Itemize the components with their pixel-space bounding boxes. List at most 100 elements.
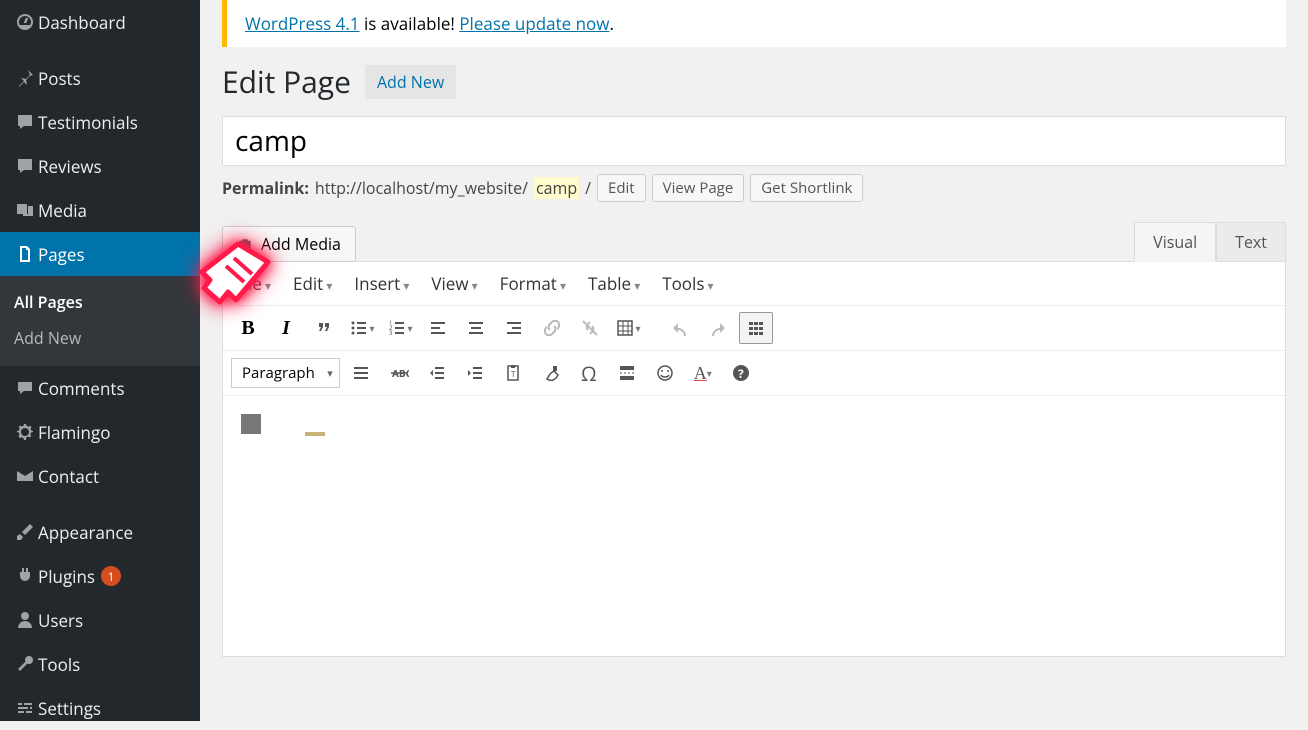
sidebar-item-plugins[interactable]: Plugins 1 [0,554,200,598]
admin-sidebar: Dashboard Posts Testimonials Reviews Med… [0,0,200,721]
outdent-button[interactable] [420,357,454,389]
align-center-button[interactable] [459,312,493,344]
menu-table[interactable]: Table [588,272,640,295]
wrench-icon [12,654,38,674]
sidebar-item-posts[interactable]: Posts [0,56,200,100]
submenu-all-pages[interactable]: All Pages [0,284,200,320]
sidebar-label: Plugins [38,565,95,588]
update-notice: WordPress 4.1 is available! Please updat… [222,0,1286,47]
post-title-input[interactable] [222,116,1286,166]
sidebar-label: Settings [38,697,101,720]
reviews-icon [12,156,38,176]
pages-icon [12,244,38,264]
dashboard-icon [12,12,38,32]
page-title: Edit Page [222,61,351,102]
editor: File Edit Insert View Format Table Tools… [222,261,1286,657]
sidebar-label: Flamingo [38,421,110,444]
sidebar-item-testimonials[interactable]: Testimonials [0,100,200,144]
notice-text: is available! [360,12,460,35]
sidebar-item-users[interactable]: Users [0,598,200,642]
redo-button[interactable] [701,312,735,344]
sidebar-item-media[interactable]: Media [0,188,200,232]
add-new-button[interactable]: Add New [365,65,456,99]
get-shortlink-button[interactable]: Get Shortlink [750,174,863,202]
toolbar-row-2: Paragraph ABC T Ω A▾ ? [223,351,1285,396]
align-right-button[interactable] [497,312,531,344]
table-button[interactable]: ▾ [611,312,645,344]
paste-text-button[interactable]: T [496,357,530,389]
special-char-button[interactable]: Ω [572,357,606,389]
undo-button[interactable] [663,312,697,344]
sidebar-item-dashboard[interactable]: Dashboard [0,0,200,44]
pin-icon [12,68,38,88]
sidebar-label: Tools [38,653,80,676]
view-page-button[interactable]: View Page [652,174,745,202]
sidebar-item-reviews[interactable]: Reviews [0,144,200,188]
sidebar-label: Pages [38,243,85,266]
sidebar-item-comments[interactable]: Comments [0,366,200,410]
block-format-select[interactable]: Paragraph [231,358,340,388]
notice-end: . [609,12,613,35]
editor-content[interactable] [223,396,1285,656]
emoji-button[interactable] [648,357,682,389]
add-media-button[interactable]: Add Media [222,226,356,262]
permalink-edit-button[interactable]: Edit [597,174,646,202]
sidebar-label: Comments [38,377,125,400]
menu-tools[interactable]: Tools [662,272,713,295]
notice-version-link[interactable]: WordPress 4.1 [245,12,360,35]
align-justify-button[interactable] [344,357,378,389]
sidebar-label: Testimonials [38,111,138,134]
strikethrough-button[interactable]: ABC [382,357,416,389]
bold-button[interactable]: B [231,312,265,344]
comments-icon [12,378,38,398]
menu-edit[interactable]: Edit [293,272,332,295]
menu-format[interactable]: Format [500,272,566,295]
permalink-trail: / [585,177,591,199]
sidebar-item-tools[interactable]: Tools [0,642,200,686]
sidebar-item-contact[interactable]: Contact [0,454,200,498]
sidebar-label: Dashboard [38,11,126,34]
envelope-icon [12,466,38,486]
sidebar-submenu-pages: All Pages Add New [0,276,200,366]
add-media-label: Add Media [261,233,341,255]
sidebar-item-pages[interactable]: Pages [0,232,200,276]
link-button[interactable] [535,312,569,344]
text-color-button[interactable]: A▾ [686,357,720,389]
sidebar-label: Appearance [38,521,133,544]
unlink-button[interactable] [573,312,607,344]
help-button[interactable]: ? [724,357,758,389]
bullet-list-button[interactable]: ▾ [345,312,379,344]
tab-text[interactable]: Text [1216,222,1286,262]
sidebar-label: Users [38,609,83,632]
menu-view[interactable]: View [431,272,477,295]
blockquote-button[interactable] [307,312,341,344]
testimonial-icon [12,112,38,132]
media-icon [12,200,38,220]
editor-menubar: File Edit Insert View Format Table Tools [223,262,1285,306]
menu-insert[interactable]: Insert [354,272,409,295]
indent-button[interactable] [458,357,492,389]
gear-icon [12,422,38,442]
notice-update-link[interactable]: Please update now [459,12,609,35]
editor-header: Add Media Visual Text [222,222,1286,262]
sidebar-label: Posts [38,67,81,90]
sidebar-label: Reviews [38,155,102,178]
menu-file[interactable]: File [235,272,271,295]
tab-visual[interactable]: Visual [1134,222,1216,262]
permalink-base: http://localhost/my_website/ [315,177,528,199]
permalink-label: Permalink: [222,177,309,199]
update-badge: 1 [101,566,121,586]
submenu-add-new[interactable]: Add New [0,320,200,356]
toolbar-row-1: B I ▾ 123▾ ▾ [223,306,1285,351]
sidebar-item-flamingo[interactable]: Flamingo [0,410,200,454]
read-more-button[interactable] [610,357,644,389]
kitchen-sink-button[interactable] [739,312,773,344]
sidebar-label: Media [38,199,87,222]
align-left-button[interactable] [421,312,455,344]
svg-text:T: T [511,369,516,380]
italic-button[interactable]: I [269,312,303,344]
clear-format-button[interactable] [534,357,568,389]
sidebar-item-settings[interactable]: Settings [0,686,200,730]
sidebar-item-appearance[interactable]: Appearance [0,510,200,554]
numbered-list-button[interactable]: 123▾ [383,312,417,344]
